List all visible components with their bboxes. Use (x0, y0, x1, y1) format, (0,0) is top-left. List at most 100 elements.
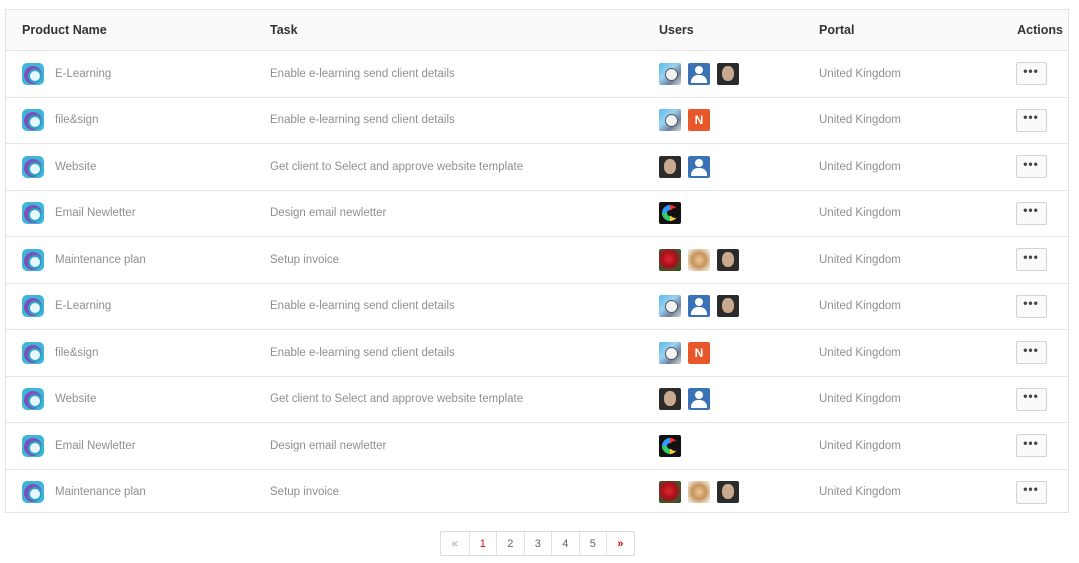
column-header-users[interactable]: Users (659, 10, 809, 50)
table-row[interactable]: file&sign Enable e-learning send client d… (6, 96, 1068, 144)
lion-avatar[interactable] (688, 481, 710, 504)
more-dots-icon: ••• (1023, 156, 1039, 171)
products-table: Product Name Task Users Portal Actions E… (5, 9, 1069, 513)
actions-cell: ••• (996, 284, 1066, 330)
actions-cell: ••• (996, 470, 1066, 516)
tom-avatar[interactable] (659, 295, 681, 318)
table-body: E-Learning Enable e-learning send client … (6, 50, 1068, 515)
portal-text: United Kingdom (819, 486, 901, 499)
portal-text: United Kingdom (819, 439, 901, 452)
c-logo-avatar[interactable] (659, 434, 681, 457)
pagination-next-button[interactable]: » (606, 532, 634, 555)
n-avatar[interactable]: N (688, 341, 710, 364)
c-logo-avatar[interactable] (659, 202, 681, 225)
product-name: Website (55, 393, 97, 406)
face-avatar[interactable] (659, 155, 681, 178)
row-actions-button[interactable]: ••• (1015, 294, 1047, 318)
row-actions-button[interactable]: ••• (1015, 248, 1047, 272)
row-actions-button[interactable]: ••• (1015, 201, 1047, 225)
product-app-icon (22, 248, 44, 271)
more-dots-icon: ••• (1023, 435, 1039, 450)
portal-text: United Kingdom (819, 114, 901, 127)
table-row[interactable]: E-Learning Enable e-learning send client … (6, 282, 1068, 330)
face-avatar[interactable] (659, 388, 681, 411)
task-text: Setup invoice (270, 253, 340, 266)
pagination-page-3[interactable]: 3 (523, 532, 552, 555)
portal-text: United Kingdom (819, 346, 901, 359)
table-row[interactable]: E-Learning Enable e-learning send client … (6, 50, 1068, 97)
table-row[interactable]: Maintenance plan Setup invoice United King… (6, 236, 1068, 283)
more-dots-icon: ••• (1023, 110, 1039, 125)
column-header-task[interactable]: Task (270, 10, 650, 50)
n-avatar[interactable]: N (688, 109, 710, 132)
users-cell (659, 144, 809, 190)
portal-text: United Kingdom (819, 300, 901, 313)
task-text: Enable e-learning send client details (270, 67, 455, 80)
portal-text: United Kingdom (819, 393, 901, 406)
pagination-page-4[interactable]: 4 (551, 532, 579, 555)
lion-avatar[interactable] (688, 248, 710, 271)
task-text: Design email newletter (270, 439, 387, 452)
pagination-page-2[interactable]: 2 (496, 532, 524, 555)
pagination-page-5[interactable]: 5 (578, 532, 607, 555)
row-actions-button[interactable]: ••• (1015, 62, 1047, 86)
product-name: Email Newletter (55, 207, 136, 220)
user-avatar[interactable] (688, 155, 710, 178)
actions-cell: ••• (996, 98, 1066, 144)
table-row[interactable]: Maintenance plan Setup invoice United King… (6, 468, 1068, 516)
task-text: Enable e-learning send client details (270, 114, 455, 127)
product-name: Maintenance plan (55, 486, 146, 499)
pagination-page-1[interactable]: 1 (468, 532, 497, 555)
row-actions-button[interactable]: ••• (1015, 341, 1047, 365)
row-actions-button[interactable]: ••• (1015, 155, 1047, 179)
row-actions-button[interactable]: ••• (1015, 434, 1047, 458)
rose-avatar[interactable] (659, 481, 681, 504)
user-avatar[interactable] (688, 62, 710, 85)
table-row[interactable]: Website Get client to Select and approve … (6, 375, 1068, 423)
table-row[interactable]: file&sign Enable e-learning send client d… (6, 329, 1068, 376)
face-avatar[interactable] (717, 295, 739, 318)
pagination-prev-button[interactable]: « (441, 532, 469, 555)
rose-avatar[interactable] (659, 248, 681, 271)
product-app-icon (22, 109, 44, 132)
product-name: file&sign (55, 346, 99, 359)
column-header-portal[interactable]: Portal (819, 10, 979, 50)
face-avatar[interactable] (717, 481, 739, 504)
row-actions-button[interactable]: ••• (1015, 387, 1047, 411)
table-row[interactable]: Website Get client to Select and approve … (6, 143, 1068, 190)
more-dots-icon: ••• (1023, 296, 1039, 311)
users-cell: N (659, 98, 809, 144)
product-app-icon (22, 434, 44, 457)
actions-cell: ••• (996, 423, 1066, 469)
actions-cell: ••• (996, 191, 1066, 237)
users-cell: N (659, 330, 809, 376)
tom-avatar[interactable] (659, 62, 681, 85)
product-name: E-Learning (55, 300, 112, 313)
actions-cell: ••• (996, 51, 1066, 97)
product-cell: Maintenance plan (22, 470, 262, 516)
users-cell (659, 377, 809, 423)
face-avatar[interactable] (717, 248, 739, 271)
user-avatar[interactable] (688, 388, 710, 411)
table-row[interactable]: Email Newletter Design email newletter Uni… (6, 422, 1068, 469)
product-app-icon (22, 62, 44, 85)
product-cell: file&sign (22, 98, 262, 144)
tom-avatar[interactable] (659, 109, 681, 132)
column-header-product[interactable]: Product Name (22, 10, 262, 50)
portal-text: United Kingdom (819, 207, 901, 220)
portal-text: United Kingdom (819, 253, 901, 266)
row-actions-button[interactable]: ••• (1015, 480, 1047, 504)
users-cell (659, 237, 809, 283)
task-text: Design email newletter (270, 207, 387, 220)
product-cell: file&sign (22, 330, 262, 376)
tom-avatar[interactable] (659, 341, 681, 364)
row-actions-button[interactable]: ••• (1015, 108, 1047, 132)
table-row[interactable]: Email Newletter Design email newletter Uni… (6, 189, 1068, 237)
face-avatar[interactable] (717, 62, 739, 85)
actions-cell: ••• (996, 330, 1066, 376)
product-app-icon (22, 481, 44, 504)
product-name: E-Learning (55, 67, 112, 80)
user-avatar[interactable] (688, 295, 710, 318)
actions-cell: ••• (996, 237, 1066, 283)
task-text: Enable e-learning send client details (270, 300, 455, 313)
